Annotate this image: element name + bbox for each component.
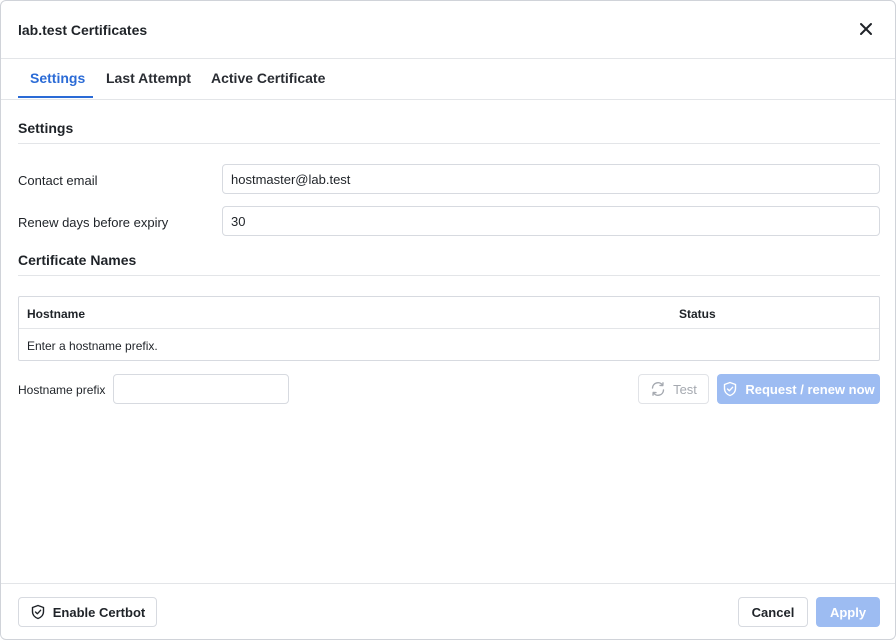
hostnames-table: Hostname Status Enter a hostname prefix. xyxy=(18,296,880,361)
refresh-icon xyxy=(651,382,665,396)
column-hostname: Hostname xyxy=(27,307,86,321)
test-button[interactable]: Test xyxy=(638,374,709,404)
hostname-prefix-input[interactable] xyxy=(113,374,289,404)
dialog-footer: Enable Certbot Cancel Apply xyxy=(1,583,895,639)
cancel-button[interactable]: Cancel xyxy=(738,597,808,627)
renew-days-label: Renew days before expiry xyxy=(18,215,169,230)
hostname-prefix-label: Hostname prefix xyxy=(18,383,106,397)
request-renew-button[interactable]: Request / renew now xyxy=(717,374,880,404)
tab-settings[interactable]: Settings xyxy=(30,70,85,86)
test-button-label: Test xyxy=(673,381,697,397)
close-icon xyxy=(860,23,872,35)
enable-certbot-button[interactable]: Enable Certbot xyxy=(18,597,157,627)
tab-last-attempt[interactable]: Last Attempt xyxy=(106,70,191,86)
contact-email-label: Contact email xyxy=(18,173,98,188)
settings-divider xyxy=(18,143,880,144)
column-status: Status xyxy=(679,307,716,321)
tab-bar: Settings Last Attempt Active Certificate xyxy=(1,59,895,100)
shield-check-icon xyxy=(724,381,737,397)
shield-check-icon xyxy=(31,604,44,620)
certificate-names-divider xyxy=(18,275,880,276)
dialog-header: lab.test Certificates xyxy=(1,1,895,59)
certificate-names-heading: Certificate Names xyxy=(18,252,137,268)
table-header: Hostname Status xyxy=(19,297,879,329)
apply-button[interactable]: Apply xyxy=(816,597,880,627)
tab-active-certificate[interactable]: Active Certificate xyxy=(211,70,325,86)
renew-days-field[interactable] xyxy=(222,206,880,236)
enable-certbot-label: Enable Certbot xyxy=(52,604,146,620)
close-button[interactable] xyxy=(857,20,875,38)
request-renew-button-label: Request / renew now xyxy=(745,381,875,397)
table-empty-message: Enter a hostname prefix. xyxy=(27,339,158,353)
dialog-title: lab.test Certificates xyxy=(18,22,148,38)
certificates-dialog: lab.test Certificates Settings Last Atte… xyxy=(0,0,896,640)
settings-heading: Settings xyxy=(18,120,74,136)
contact-email-field[interactable] xyxy=(222,164,880,194)
active-tab-indicator xyxy=(18,96,93,98)
